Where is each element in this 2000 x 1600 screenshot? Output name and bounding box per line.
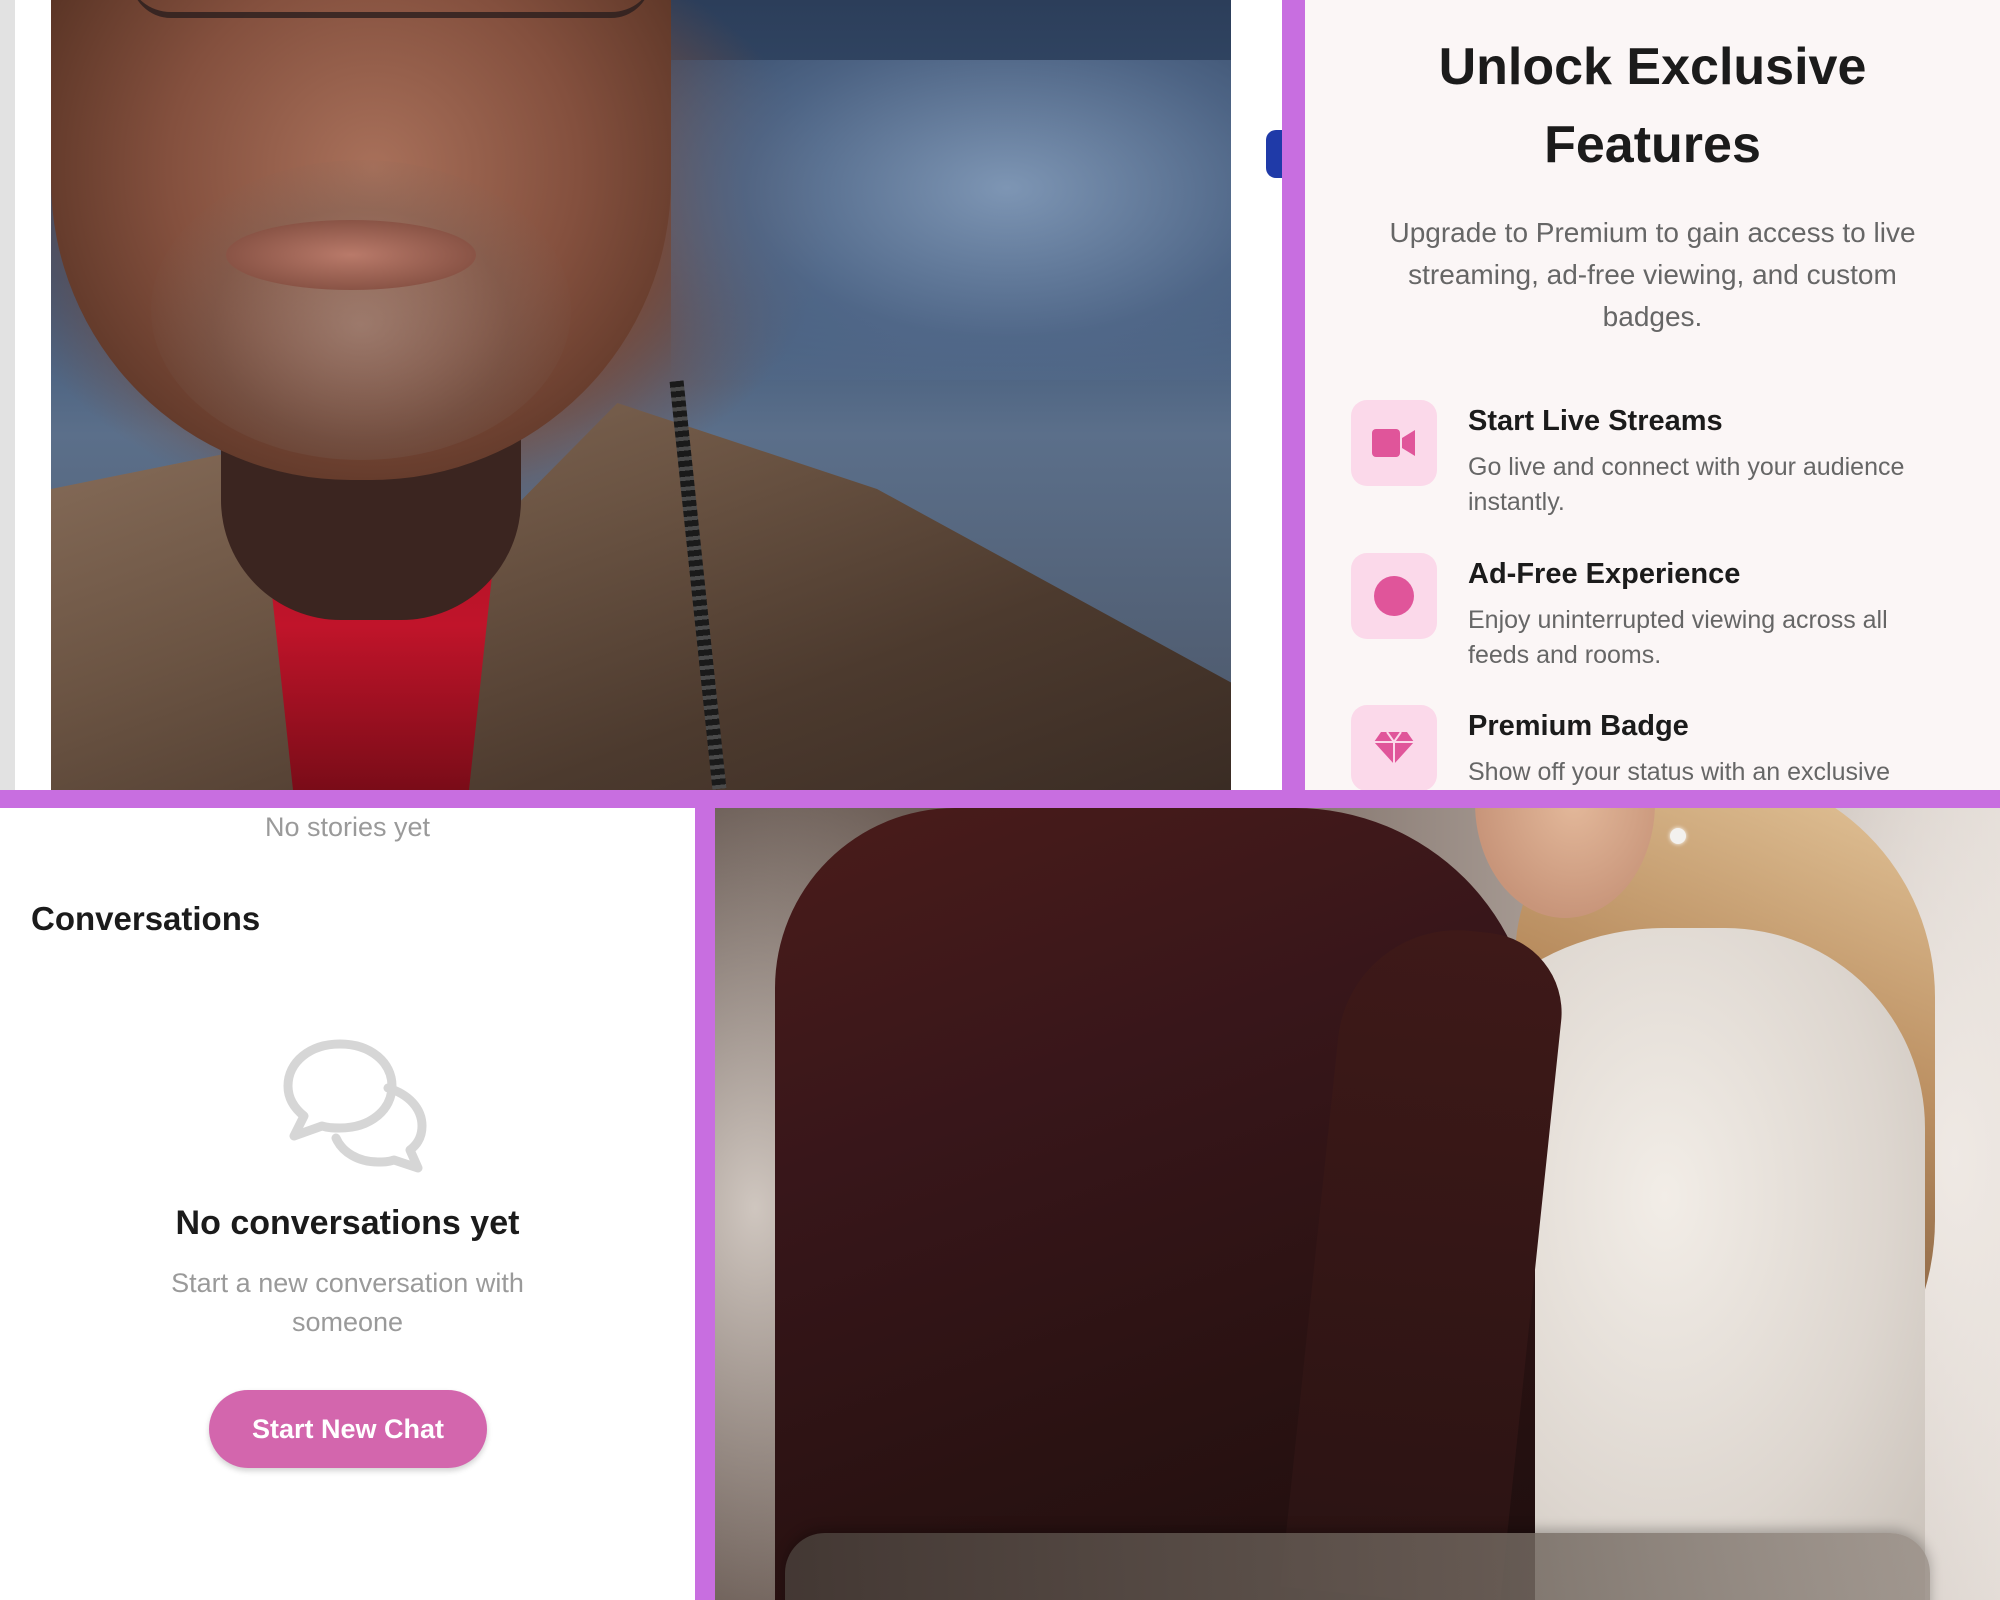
- scroll-edge-accent: [1266, 130, 1282, 178]
- empty-state-title: No conversations yet: [175, 1204, 520, 1242]
- circle-icon: [1351, 553, 1437, 639]
- chat-bubbles-icon: [282, 1038, 430, 1178]
- conversations-heading: Conversations: [31, 900, 261, 937]
- conversations-panel: No stories yet Conversations No conversa…: [0, 808, 695, 1600]
- couple-photo-panel: [715, 808, 2000, 1600]
- empty-state-subtitle: Start a new conversation with someone: [171, 1268, 524, 1337]
- stories-empty-text: No stories yet: [264, 812, 431, 842]
- premium-subtitle: Upgrade to Premium to gain access to liv…: [1389, 217, 1916, 332]
- start-new-chat-button[interactable]: Start New Chat: [209, 1390, 487, 1468]
- portrait-photo-panel: [0, 0, 1282, 790]
- video-camera-icon: [1351, 400, 1437, 486]
- feature-live-streams: Start Live Streams Go live and connect w…: [1351, 400, 1991, 550]
- feature-ad-free: Ad-Free Experience Enjoy uninterrupted v…: [1351, 553, 1991, 703]
- panel-edge: [0, 0, 15, 790]
- feature-premium-badge: Premium Badge Show off your status with …: [1351, 705, 1991, 790]
- diamond-icon: [1351, 705, 1437, 790]
- premium-title: Unlock Exclusive Features: [1438, 38, 1867, 174]
- photo-bottom-sheet: [785, 1533, 1930, 1600]
- portrait-photo: [51, 0, 1231, 790]
- premium-upsell-panel: Unlock Exclusive Features Upgrade to Pre…: [1305, 0, 2000, 790]
